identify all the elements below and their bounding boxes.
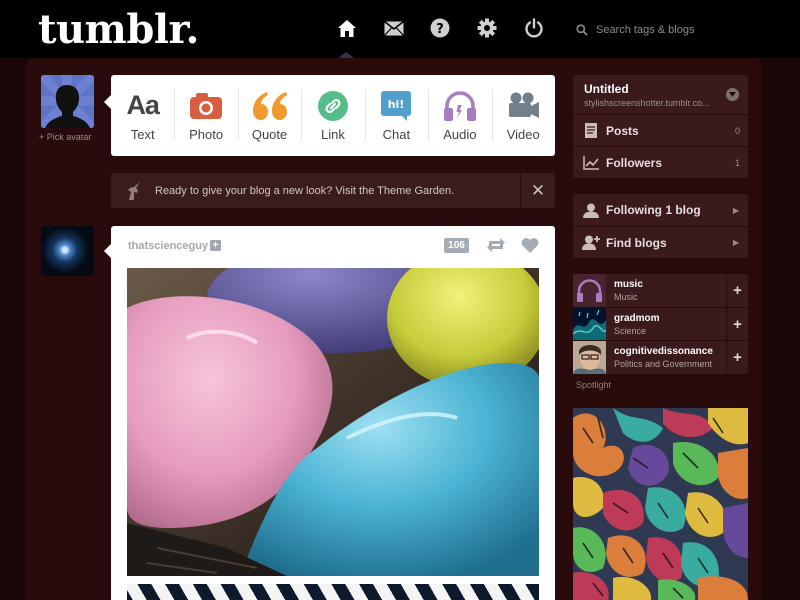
document-icon	[581, 123, 601, 138]
blog-thumbnail[interactable]	[573, 340, 606, 374]
compose-label: Quote	[251, 126, 288, 142]
sidebar-item-label: Followers	[606, 155, 663, 170]
compose-link-button[interactable]: Link	[301, 75, 364, 156]
chevron-right-icon: ▶	[732, 205, 739, 215]
blog-summary-box: Untitled stylishscreenshotter.tumblr.co.…	[573, 75, 748, 178]
recommended-blog-item[interactable]: music Music +	[573, 274, 748, 307]
sidebar-item-posts[interactable]: Posts 0	[573, 114, 748, 146]
link-icon	[316, 90, 350, 122]
svg-text:?: ?	[436, 22, 444, 37]
blog-thumbnail[interactable]	[573, 307, 606, 341]
dashboard-post: thatscienceguy + 106	[104, 226, 555, 600]
post-photo-secondary[interactable]	[127, 584, 539, 600]
compose-chat-button[interactable]: hi! Chat	[364, 75, 428, 156]
follow-plus-icon[interactable]: +	[726, 340, 748, 374]
mail-icon[interactable]	[383, 17, 405, 39]
close-icon[interactable]: ✕	[520, 173, 555, 208]
gear-icon[interactable]	[476, 17, 498, 39]
sidebar-item-label: Find blogs	[606, 235, 667, 250]
recommended-blog-category: Politics and Government	[614, 358, 713, 369]
top-bar: tumblr. ?	[0, 0, 800, 59]
compose-label: Photo	[189, 126, 224, 142]
compose-label: Text	[130, 126, 155, 142]
compose-label: Video	[506, 126, 540, 142]
video-camera-icon	[506, 90, 540, 122]
text-icon: Aa	[126, 90, 160, 120]
theme-garden-notice: Ready to give your blog a new look? Visi…	[111, 173, 555, 208]
recommended-blog-name[interactable]: music	[614, 279, 726, 290]
sidebar-item-following[interactable]: Following 1 blog ▶	[573, 194, 748, 226]
chevron-right-icon: ▶	[732, 238, 739, 247]
notice-text[interactable]: Ready to give your blog a new look? Visi…	[155, 185, 520, 197]
follow-plus-icon[interactable]: +	[726, 307, 748, 341]
blog-thumbnail[interactable]	[573, 274, 606, 307]
following-box: Following 1 blog ▶ Find blogs ▶	[573, 194, 748, 258]
compose-audio-button[interactable]: Audio	[428, 75, 491, 156]
post-author-avatar[interactable]	[41, 226, 94, 276]
help-icon[interactable]: ?	[429, 17, 451, 39]
compose-quote-button[interactable]: Quote	[237, 75, 301, 156]
pick-avatar-link[interactable]: + Pick avatar	[39, 132, 91, 142]
compose-label: Chat	[382, 126, 411, 142]
add-user-icon	[581, 235, 601, 250]
chat-icon: hi!	[379, 90, 413, 122]
reblog-icon[interactable]	[486, 237, 506, 258]
recommended-blog-category: Science	[614, 325, 647, 336]
sidebar-item-label: Posts	[606, 123, 639, 138]
sidebar-item-find-blogs[interactable]: Find blogs ▶	[573, 226, 748, 258]
note-count-badge[interactable]: 106	[444, 238, 469, 253]
post-author-name[interactable]: thatscienceguy	[128, 240, 208, 252]
recommended-blog-category: Music	[614, 292, 638, 302]
unicorn-icon	[123, 181, 147, 200]
posts-count: 0	[734, 125, 740, 136]
svg-text:hi!: hi!	[388, 98, 405, 111]
headphones-icon	[443, 90, 477, 122]
sidebar-item-followers[interactable]: Followers 1	[573, 146, 748, 178]
camera-icon	[189, 90, 223, 122]
blog-url[interactable]: stylishscreenshotter.tumblr.co...	[584, 98, 710, 108]
followers-count: 1	[734, 157, 740, 168]
chevron-down-icon[interactable]	[726, 88, 739, 101]
search-box[interactable]	[576, 20, 756, 40]
search-input[interactable]	[596, 24, 746, 36]
blog-title[interactable]: Untitled	[584, 82, 629, 96]
recommended-blog-item[interactable]: cognitivedissonance Politics and Governm…	[573, 340, 748, 374]
spotlight-link[interactable]: Spotlight	[576, 380, 611, 390]
sidebar-item-label: Following 1 blog	[606, 203, 701, 217]
compose-label: Link	[321, 126, 345, 142]
follow-plus-icon[interactable]: +	[726, 274, 748, 307]
tumblr-logo[interactable]: tumblr.	[38, 6, 199, 53]
heart-icon[interactable]	[521, 237, 539, 258]
home-icon[interactable]	[336, 17, 358, 39]
user-icon	[581, 203, 601, 218]
quote-icon	[252, 90, 287, 122]
chart-icon	[581, 155, 601, 170]
recommended-blog-name[interactable]: cognitivedissonance	[614, 346, 726, 357]
recommended-blog-name[interactable]: gradmom	[614, 313, 726, 324]
compose-bar: Aa Text Photo Quote Link hi! Chat Audio	[104, 75, 555, 156]
compose-text-button[interactable]: Aa Text	[111, 75, 174, 156]
follow-plus-icon[interactable]: +	[210, 240, 221, 251]
compose-photo-button[interactable]: Photo	[174, 75, 237, 156]
search-icon	[576, 24, 588, 36]
radar-post-image[interactable]	[573, 408, 748, 600]
user-avatar[interactable]	[41, 75, 94, 128]
power-icon[interactable]	[523, 17, 545, 39]
recommended-blog-item[interactable]: gradmom Science +	[573, 307, 748, 341]
compose-label: Audio	[443, 126, 477, 142]
recommended-blogs: music Music + gradmom Science + cognitiv…	[573, 274, 748, 374]
post-photo[interactable]	[127, 268, 539, 576]
compose-video-button[interactable]: Video	[491, 75, 555, 156]
